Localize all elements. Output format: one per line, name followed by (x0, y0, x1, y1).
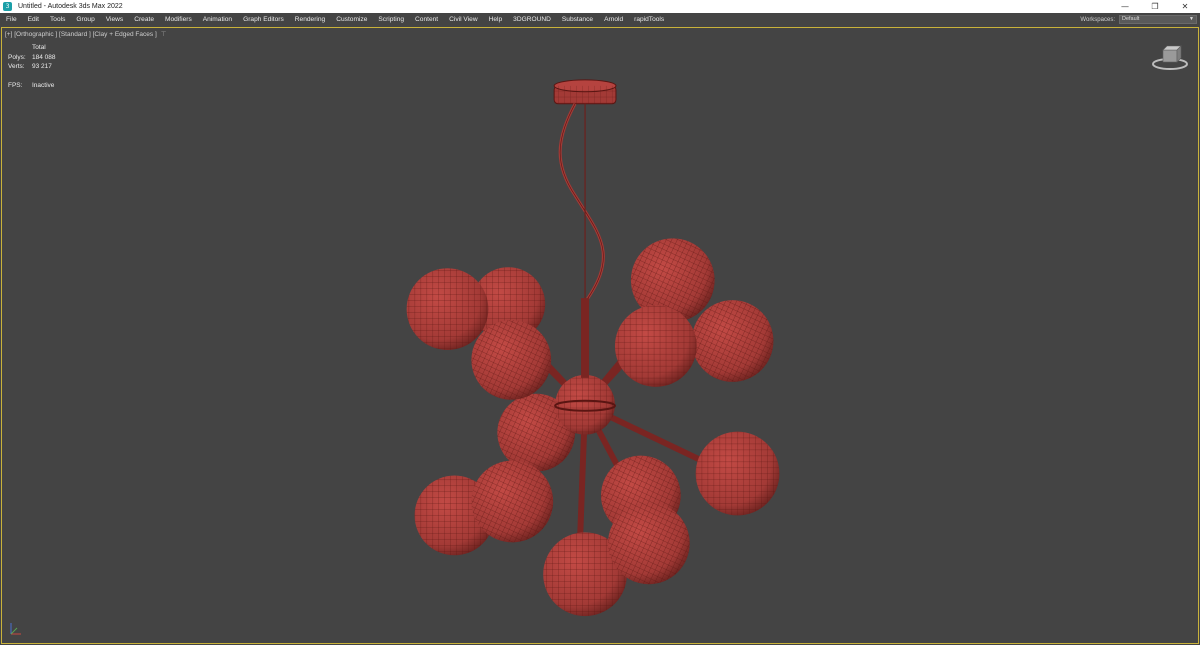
menu-customize[interactable]: Customize (336, 16, 367, 23)
polys-value: 184 088 (32, 53, 56, 61)
menu-rendering[interactable]: Rendering (295, 16, 325, 23)
workspace-label: Workspaces: (1080, 16, 1115, 23)
menu-content[interactable]: Content (415, 16, 438, 23)
menu-graph-editors[interactable]: Graph Editors (243, 16, 284, 23)
perspective-viewport[interactable]: [+] [Orthographic ] [Standard ] [Clay + … (1, 27, 1199, 644)
hanging-cable (558, 103, 605, 306)
window-controls: — ❐ ✕ (1110, 0, 1200, 13)
title-bar: 3 Untitled - Autodesk 3ds Max 2022 — ❐ ✕ (0, 0, 1200, 13)
chevron-down-icon: ▼ (1189, 16, 1194, 22)
viewport-statistics: Total Polys: 184 088 Verts: 93 217 FPS: Ina… (8, 43, 56, 90)
viewport-mode-label[interactable]: [+] [Orthographic ] [Standard ] [Clay + … (5, 31, 157, 38)
viewcube-icon[interactable] (1150, 42, 1190, 72)
axis-tripod-icon (10, 623, 21, 635)
app-icon[interactable]: 3 (3, 2, 12, 11)
workspace-value: Default (1122, 16, 1140, 22)
menu-arnold[interactable]: Arnold (604, 16, 623, 23)
menu-help[interactable]: Help (489, 16, 503, 23)
menu-3dground[interactable]: 3DGROUND (513, 16, 551, 23)
fps-value: Inactive (32, 81, 55, 89)
menu-animation[interactable]: Animation (203, 16, 232, 23)
workspace-dropdown[interactable]: Default ▼ (1119, 15, 1197, 24)
menu-create[interactable]: Create (134, 16, 154, 23)
menu-bar: File Edit Tools Group Views Create Modif… (0, 13, 1200, 26)
menu-rapidtools[interactable]: rapidTools (634, 16, 664, 23)
menu-tools[interactable]: Tools (50, 16, 65, 23)
filter-icon[interactable]: ⊤ (161, 31, 167, 38)
restore-button[interactable]: ❐ (1140, 0, 1170, 13)
menu-modifiers[interactable]: Modifiers (165, 16, 192, 23)
scene-render[interactable] (2, 28, 1198, 643)
verts-label: Verts: (8, 63, 25, 71)
polys-label: Polys: (8, 53, 26, 61)
menu-edit[interactable]: Edit (28, 16, 39, 23)
fps-label: FPS: (8, 81, 23, 89)
minimize-button[interactable]: — (1110, 0, 1140, 13)
window-title: Untitled - Autodesk 3ds Max 2022 (18, 3, 123, 10)
chandelier-model[interactable] (406, 79, 780, 617)
center-hub (554, 298, 616, 435)
stats-header: Total (32, 44, 46, 52)
menu-substance[interactable]: Substance (562, 16, 593, 23)
menu-scripting[interactable]: Scripting (378, 16, 404, 23)
menu-file[interactable]: File (6, 16, 17, 23)
menu-group[interactable]: Group (76, 16, 94, 23)
close-button[interactable]: ✕ (1170, 0, 1200, 13)
viewport-label[interactable]: [+] [Orthographic ] [Standard ] [Clay + … (5, 30, 166, 38)
menu-views[interactable]: Views (106, 16, 123, 23)
verts-value: 93 217 (32, 63, 52, 71)
ceiling-canopy (553, 79, 617, 105)
workspace-selector: Workspaces: Default ▼ (1080, 13, 1200, 26)
menu-civil-view[interactable]: Civil View (449, 16, 477, 23)
